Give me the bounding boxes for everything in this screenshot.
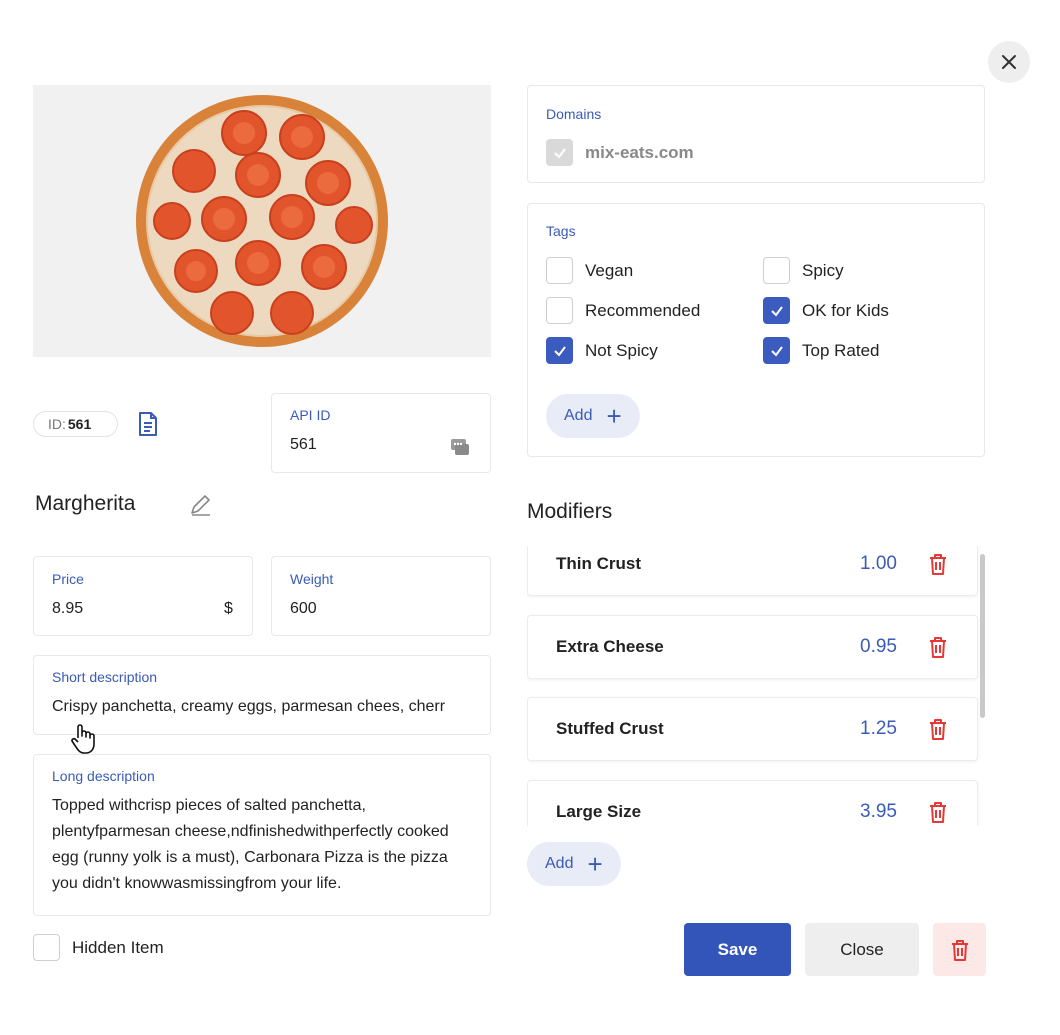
- tags-section: Tags Vegan Spicy Recommended OK for Kids…: [527, 203, 985, 457]
- tag-label: Top Rated: [802, 340, 880, 360]
- weight-value: 600: [290, 600, 317, 617]
- plus-icon: +: [587, 849, 603, 879]
- modifier-row[interactable]: Stuffed Crust 1.25: [527, 697, 978, 761]
- tag-checkbox[interactable]: [546, 297, 573, 324]
- domains-label: Domains: [546, 106, 602, 122]
- domain-label: mix-eats.com: [585, 142, 694, 162]
- modifier-row[interactable]: Large Size 3.95: [527, 780, 978, 826]
- tag-spicy[interactable]: Spicy: [763, 257, 844, 284]
- modifier-name: Stuffed Crust: [556, 719, 664, 738]
- check-icon: [553, 345, 566, 357]
- save-button[interactable]: Save: [684, 923, 791, 976]
- tag-label: Recommended: [585, 300, 701, 320]
- id-badge: ID: 561: [33, 411, 118, 437]
- api-id-field[interactable]: API ID 561: [271, 393, 491, 473]
- currency-symbol: $: [224, 600, 233, 617]
- tag-label: OK for Kids: [802, 300, 889, 320]
- price-value: 8.95: [52, 600, 84, 617]
- tag-ok-for-kids[interactable]: OK for Kids: [763, 297, 889, 324]
- trash-icon[interactable]: [927, 635, 949, 659]
- pizza-image: [136, 95, 388, 347]
- plus-icon: +: [606, 401, 622, 431]
- modifiers-title: Modifiers: [527, 500, 613, 523]
- add-tag-label: Add: [564, 407, 593, 424]
- long-description-label: Long description: [52, 768, 155, 784]
- tag-label: Vegan: [585, 260, 634, 280]
- modifier-price: 1.00: [860, 553, 897, 574]
- tag-top-rated[interactable]: Top Rated: [763, 337, 880, 364]
- item-image[interactable]: [33, 85, 491, 357]
- check-icon: [770, 305, 783, 317]
- close-dialog-button[interactable]: [988, 41, 1030, 83]
- api-key-icon[interactable]: [450, 437, 470, 457]
- add-modifier-button[interactable]: Add +: [527, 842, 621, 886]
- trash-icon[interactable]: [927, 717, 949, 741]
- domain-checkbox[interactable]: [546, 139, 573, 166]
- short-description-label: Short description: [52, 669, 158, 685]
- domain-option[interactable]: mix-eats.com: [546, 139, 694, 166]
- tag-checkbox[interactable]: [546, 337, 573, 364]
- price-label: Price: [52, 571, 84, 587]
- tag-not-spicy[interactable]: Not Spicy: [546, 337, 658, 364]
- id-prefix: ID:: [48, 416, 66, 432]
- long-description-value: Topped withcrisp pieces of salted panche…: [52, 797, 449, 892]
- add-modifier-label: Add: [545, 855, 574, 872]
- tag-label: Not Spicy: [585, 340, 658, 360]
- check-icon: [770, 345, 783, 357]
- id-value: 561: [67, 416, 92, 432]
- short-description-value: Crispy panchetta, creamy eggs, parmesan …: [52, 698, 446, 715]
- tag-checkbox[interactable]: [763, 257, 790, 284]
- modifier-name: Large Size: [556, 802, 642, 821]
- document-icon[interactable]: [137, 411, 159, 437]
- domains-section: Domains mix-eats.com: [527, 85, 985, 183]
- trash-icon: [951, 939, 968, 961]
- modifier-row[interactable]: Thin Crust 1.00: [527, 546, 978, 596]
- tag-checkbox[interactable]: [763, 297, 790, 324]
- weight-label: Weight: [290, 571, 334, 587]
- edit-pencil-icon[interactable]: [188, 492, 214, 518]
- close-button[interactable]: Close: [805, 923, 919, 976]
- long-description-field[interactable]: Long description Topped withcrisp pieces…: [33, 754, 491, 916]
- modifiers-scrollbar[interactable]: [978, 546, 986, 826]
- modifier-price: 3.95: [860, 801, 897, 822]
- hand-cursor-icon: [68, 722, 102, 756]
- tag-label: Spicy: [802, 260, 844, 280]
- tags-label: Tags: [546, 223, 576, 239]
- price-field[interactable]: Price 8.95 $: [33, 556, 253, 636]
- modifier-price: 0.95: [860, 636, 897, 657]
- modifier-name: Extra Cheese: [556, 637, 664, 656]
- hidden-item-label: Hidden Item: [72, 937, 164, 957]
- hidden-item-toggle[interactable]: Hidden Item: [33, 934, 164, 961]
- tag-recommended[interactable]: Recommended: [546, 297, 700, 324]
- delete-button[interactable]: [933, 923, 986, 976]
- api-id-label: API ID: [290, 407, 331, 423]
- scrollbar-thumb[interactable]: [980, 554, 985, 718]
- add-tag-button[interactable]: Add +: [546, 394, 640, 438]
- modifier-name: Thin Crust: [556, 554, 641, 573]
- close-icon: [1002, 55, 1016, 69]
- trash-icon[interactable]: [927, 800, 949, 824]
- check-icon: [553, 147, 566, 159]
- modifier-row[interactable]: Extra Cheese 0.95: [527, 615, 978, 679]
- weight-field[interactable]: Weight 600: [271, 556, 491, 636]
- api-id-value: 561: [290, 436, 317, 453]
- item-name: Margherita: [35, 492, 136, 515]
- tag-checkbox[interactable]: [763, 337, 790, 364]
- modifier-price: 1.25: [860, 718, 897, 739]
- hidden-item-checkbox[interactable]: [33, 934, 60, 961]
- trash-icon[interactable]: [927, 552, 949, 576]
- tag-checkbox[interactable]: [546, 257, 573, 284]
- tag-vegan[interactable]: Vegan: [546, 257, 633, 284]
- modifiers-list[interactable]: Thin Crust 1.00 Extra Cheese 0.95 Stuffe…: [527, 546, 990, 826]
